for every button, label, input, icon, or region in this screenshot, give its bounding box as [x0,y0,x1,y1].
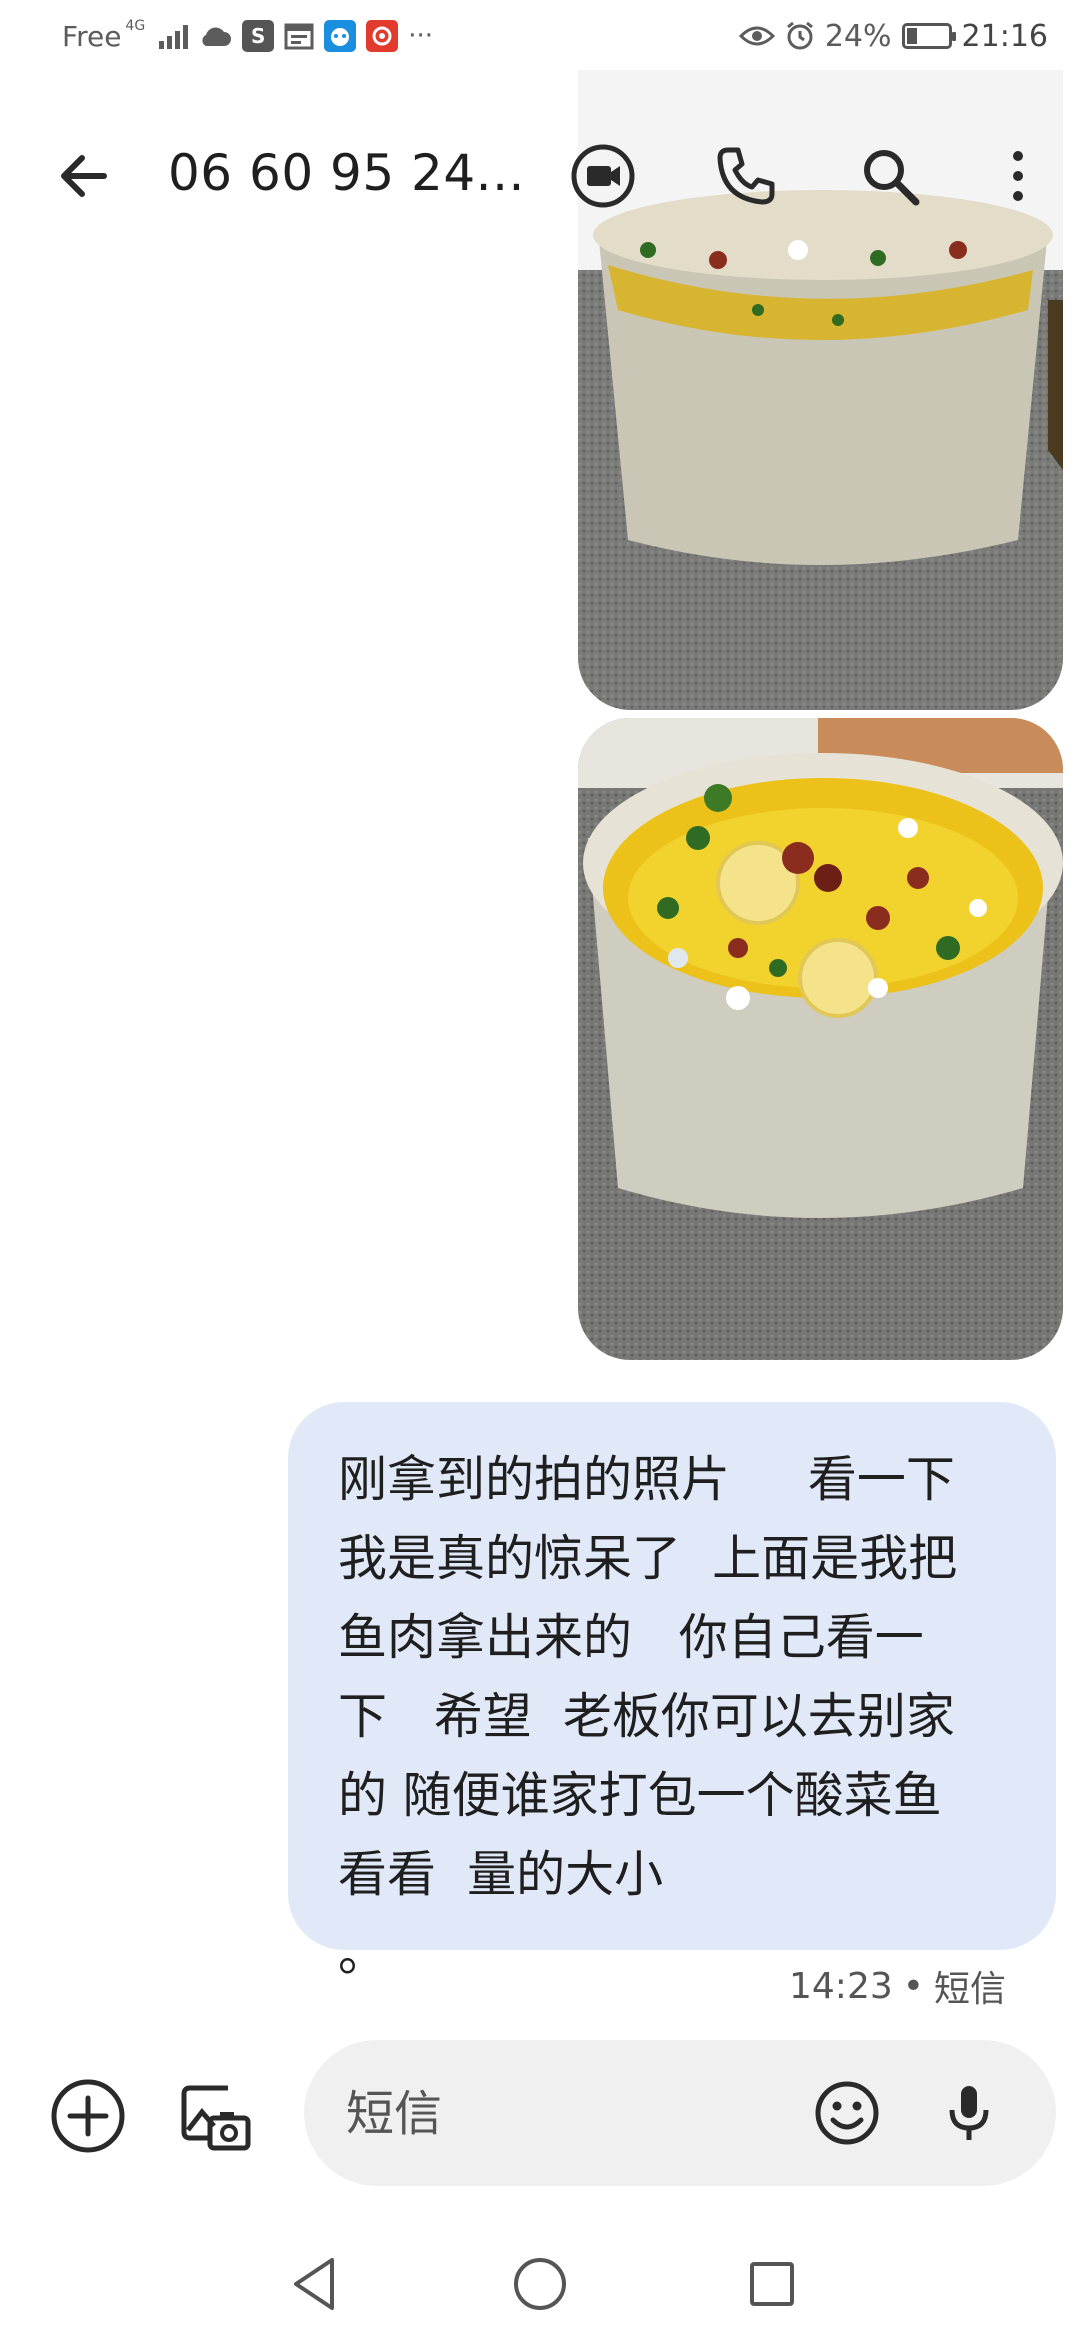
video-call-icon [571,144,635,208]
gallery-button[interactable] [172,2074,256,2158]
clock-time: 21:16 [961,18,1048,54]
nav-back-button[interactable] [284,2252,348,2316]
back-button[interactable] [48,140,120,212]
cloud-icon [202,27,232,46]
message-type: 短信 [933,1969,1006,2010]
add-attachment-button[interactable] [48,2076,128,2156]
message-bubble[interactable]: 刚拿到的拍的照片 看一下 我是真的惊呆了 上面是我把 鱼肉拿出来的 你自己看一 … [288,1402,1056,1982]
more-notifications-label: ··· [408,21,433,51]
compose-field-container [304,2040,1056,2188]
battery-percent: 24% [824,18,892,54]
add-circle-icon [51,2079,125,2153]
message-meta: 14:23 • 短信 [789,1960,1006,2012]
calendar-icon [284,23,314,50]
search-icon [864,150,920,206]
eye-icon [738,26,775,46]
signal-strength-icon [159,23,189,49]
nav-back-icon [294,2258,334,2310]
status-bar-left: Free 4G S ··· [62,18,433,53]
contact-title[interactable]: 06 60 95 24... [168,144,525,202]
more-options-button[interactable] [978,136,1058,216]
more-vert-icon [1013,151,1023,201]
arrow-left-icon [61,155,107,197]
message-text: 刚拿到的拍的照片 看一下 我是真的惊呆了 上面是我把 鱼肉拿出来的 你自己看一 … [338,1451,958,1982]
voice-input-button[interactable] [932,2076,1006,2150]
message-input[interactable] [344,2040,788,2188]
nav-home-button[interactable] [508,2252,572,2316]
panda-app-icon [324,20,357,52]
app-s-icon: S [242,20,275,52]
gallery-camera-icon [181,2085,251,2151]
system-navigation-bar [0,2220,1080,2340]
status-bar: Free 4G S ··· 24% 21:16 [0,0,1080,72]
phone-call-button[interactable] [706,136,786,216]
search-button[interactable] [850,136,930,216]
meta-separator: • [902,1965,924,2007]
video-call-button[interactable] [563,136,643,216]
network-type-label: 4G [125,18,146,34]
app-bar: 06 60 95 24... [0,100,1080,240]
phone-icon [717,147,775,205]
battery-icon [901,23,956,49]
carrier-label: Free [62,19,122,53]
mic-icon [949,2086,989,2140]
alarm-icon [786,21,813,50]
nav-home-icon [514,2258,566,2310]
message-photo-2[interactable] [578,718,1063,1360]
status-bar-right: 24% 21:16 [738,18,1048,54]
nav-recents-icon [750,2262,794,2306]
nav-recents-button[interactable] [740,2252,804,2316]
emoji-icon [815,2081,879,2145]
emoji-button[interactable] [810,2076,884,2150]
red-app-icon [366,20,399,52]
message-time: 14:23 [789,1965,893,2007]
